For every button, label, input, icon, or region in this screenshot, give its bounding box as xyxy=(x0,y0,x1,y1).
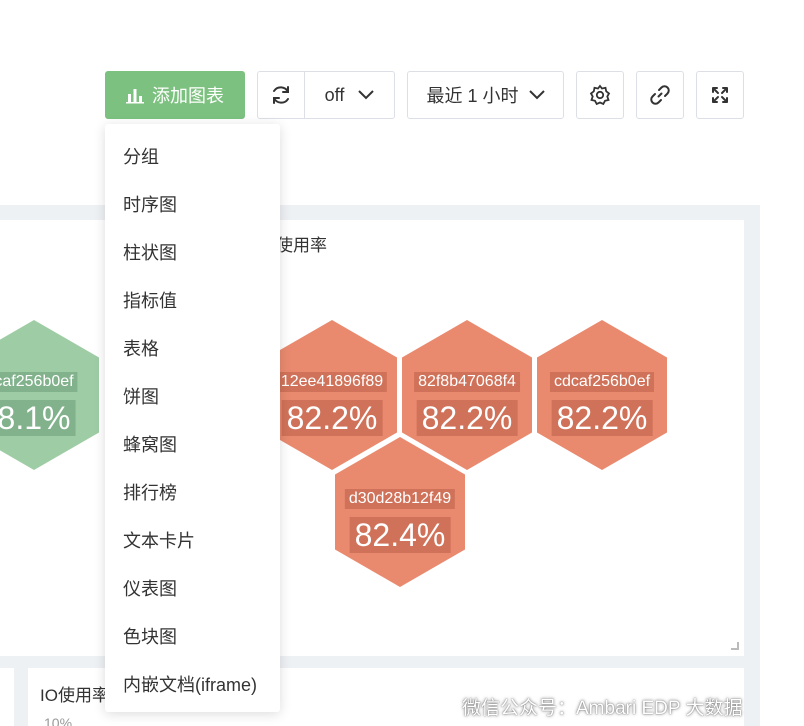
hex-value: 82.2% xyxy=(281,400,383,436)
watermark-text: 微信公众号：Ambari EDP 大数据 xyxy=(462,698,743,719)
time-range-select[interactable]: 最近 1 小时 xyxy=(407,71,564,119)
refresh-interval-value: off xyxy=(324,84,345,105)
menu-item-ranking[interactable]: 排行榜 xyxy=(123,479,177,505)
add-chart-label: 添加图表 xyxy=(152,86,224,106)
menu-item-bar-chart[interactable]: 柱状图 xyxy=(123,239,177,265)
gear-icon xyxy=(589,84,611,106)
link-icon xyxy=(649,84,671,106)
menu-item-pie[interactable]: 饼图 xyxy=(123,383,159,409)
time-range-value: 最近 1 小时 xyxy=(426,86,519,106)
hex-value: 82.2% xyxy=(416,400,518,436)
menu-item-gauge[interactable]: 仪表图 xyxy=(123,575,177,601)
io-panel-left xyxy=(0,668,14,726)
hex-value: 82.4% xyxy=(349,517,451,553)
menu-item-table[interactable]: 表格 xyxy=(123,335,159,361)
hex-label: caf256b0ef xyxy=(0,372,78,392)
menu-item-iframe[interactable]: 内嵌文档(iframe) xyxy=(123,671,257,697)
refresh-interval-select[interactable]: off xyxy=(304,71,395,119)
add-chart-dropdown: 分组 时序图 柱状图 指标值 表格 饼图 蜂窝图 排行榜 文本卡片 仪表图 色块… xyxy=(105,124,280,712)
menu-item-text-card[interactable]: 文本卡片 xyxy=(123,527,195,553)
bar-chart-icon xyxy=(126,86,144,104)
fullscreen-button[interactable] xyxy=(696,71,744,119)
panel-resize-handle[interactable] xyxy=(731,642,739,650)
menu-item-honeycomb[interactable]: 蜂窝图 xyxy=(123,431,177,457)
chevron-down-icon xyxy=(528,90,545,100)
io-axis-tick: 10% xyxy=(44,715,73,726)
menu-item-stat[interactable]: 指标值 xyxy=(123,287,177,313)
menu-item-color-block[interactable]: 色块图 xyxy=(123,623,177,649)
refresh-icon xyxy=(270,84,292,106)
menu-item-group[interactable]: 分组 xyxy=(123,143,159,169)
panel-title: 使用率 xyxy=(276,236,327,255)
dashboard-page: 添加图表 off 最近 1 小时 使用率 caf256b0ef 8.1% 12e… xyxy=(0,0,804,726)
hex-value: 8.1% xyxy=(0,400,76,436)
refresh-button[interactable] xyxy=(257,71,305,119)
fullscreen-icon xyxy=(710,85,730,105)
menu-item-timeseries[interactable]: 时序图 xyxy=(123,191,177,217)
add-chart-button[interactable]: 添加图表 xyxy=(105,71,245,119)
hex-value: 82.2% xyxy=(551,400,653,436)
io-panel-title: IO使用率 xyxy=(40,686,109,705)
hex-label: 12ee41896f89 xyxy=(276,372,388,392)
hex-label: cdcaf256b0ef xyxy=(549,372,655,392)
settings-button[interactable] xyxy=(576,71,624,119)
hex-label: d30d28b12f49 xyxy=(344,489,456,509)
share-link-button[interactable] xyxy=(636,71,684,119)
hex-label: 82f8b47068f4 xyxy=(414,372,520,392)
chevron-down-icon xyxy=(358,90,375,100)
